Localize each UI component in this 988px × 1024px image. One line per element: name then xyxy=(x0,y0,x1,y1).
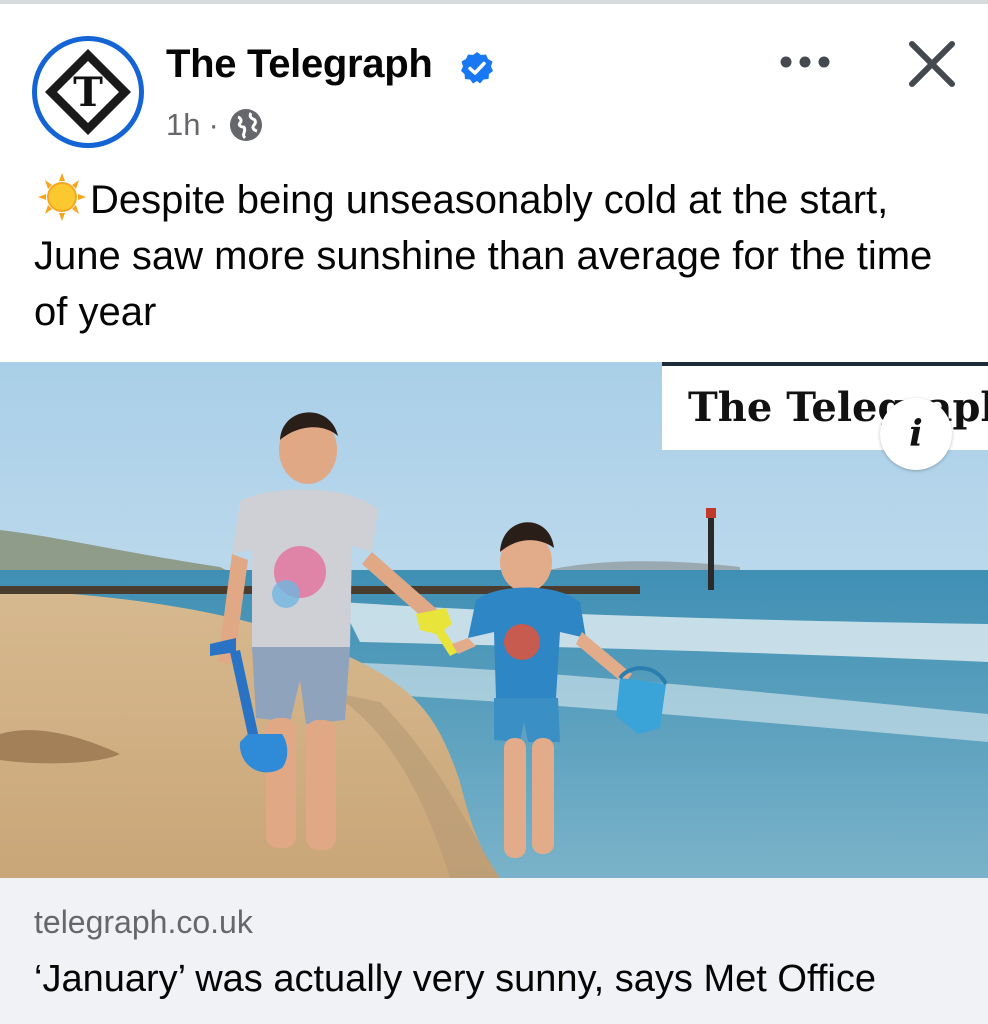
post-header: T The Telegraph 1h · xyxy=(0,4,988,164)
meta-separator: · xyxy=(208,107,219,142)
close-icon[interactable] xyxy=(904,36,960,92)
avatar[interactable]: T xyxy=(32,36,144,148)
svg-text:T: T xyxy=(73,69,103,116)
sun-emoji-icon xyxy=(38,173,86,221)
link-domain: telegraph.co.uk xyxy=(34,904,253,940)
post-time[interactable]: 1h xyxy=(166,107,200,143)
page-name[interactable]: The Telegraph xyxy=(166,42,433,87)
info-icon[interactable]: i xyxy=(880,398,952,470)
verified-badge-icon xyxy=(461,52,493,84)
globe-icon xyxy=(229,109,262,141)
telegraph-logo: T xyxy=(44,48,132,136)
post-text-container: Despite being unseasonably cold at the s… xyxy=(34,172,954,340)
info-glyph: i xyxy=(909,413,923,455)
link-preview[interactable]: telegraph.co.uk ‘January’ was actually v… xyxy=(0,878,988,1024)
post-text: Despite being unseasonably cold at the s… xyxy=(34,178,933,334)
post-meta: 1h · xyxy=(166,107,263,143)
more-options-icon[interactable] xyxy=(770,42,840,82)
link-headline: ‘January’ was actually very sunny, says … xyxy=(34,958,876,1000)
